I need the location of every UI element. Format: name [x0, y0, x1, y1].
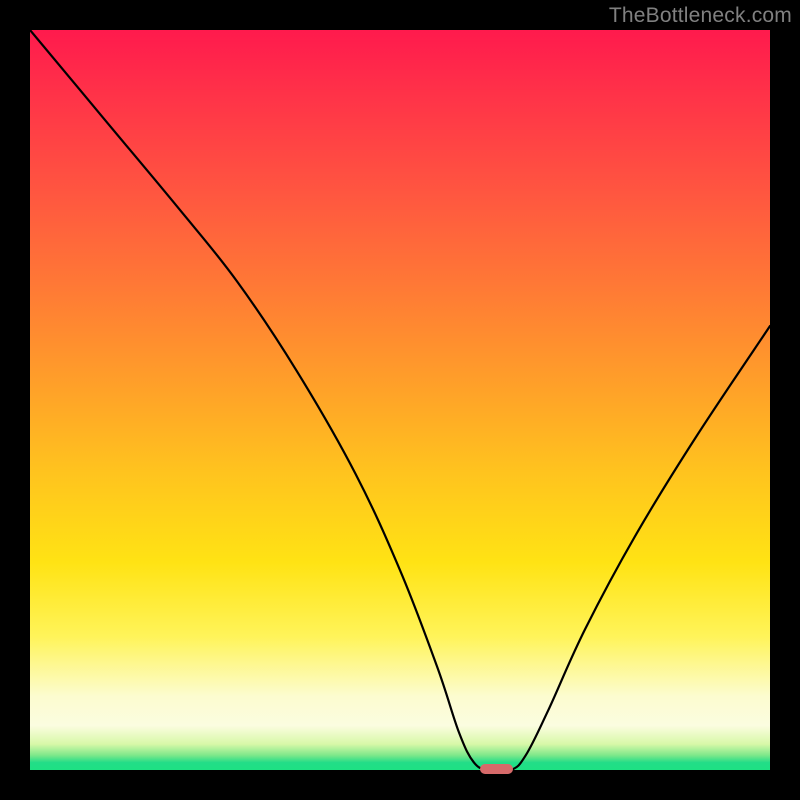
optimal-marker — [480, 764, 513, 774]
chart-frame: TheBottleneck.com — [0, 0, 800, 800]
watermark-text: TheBottleneck.com — [609, 4, 792, 28]
plot-area — [30, 30, 770, 770]
